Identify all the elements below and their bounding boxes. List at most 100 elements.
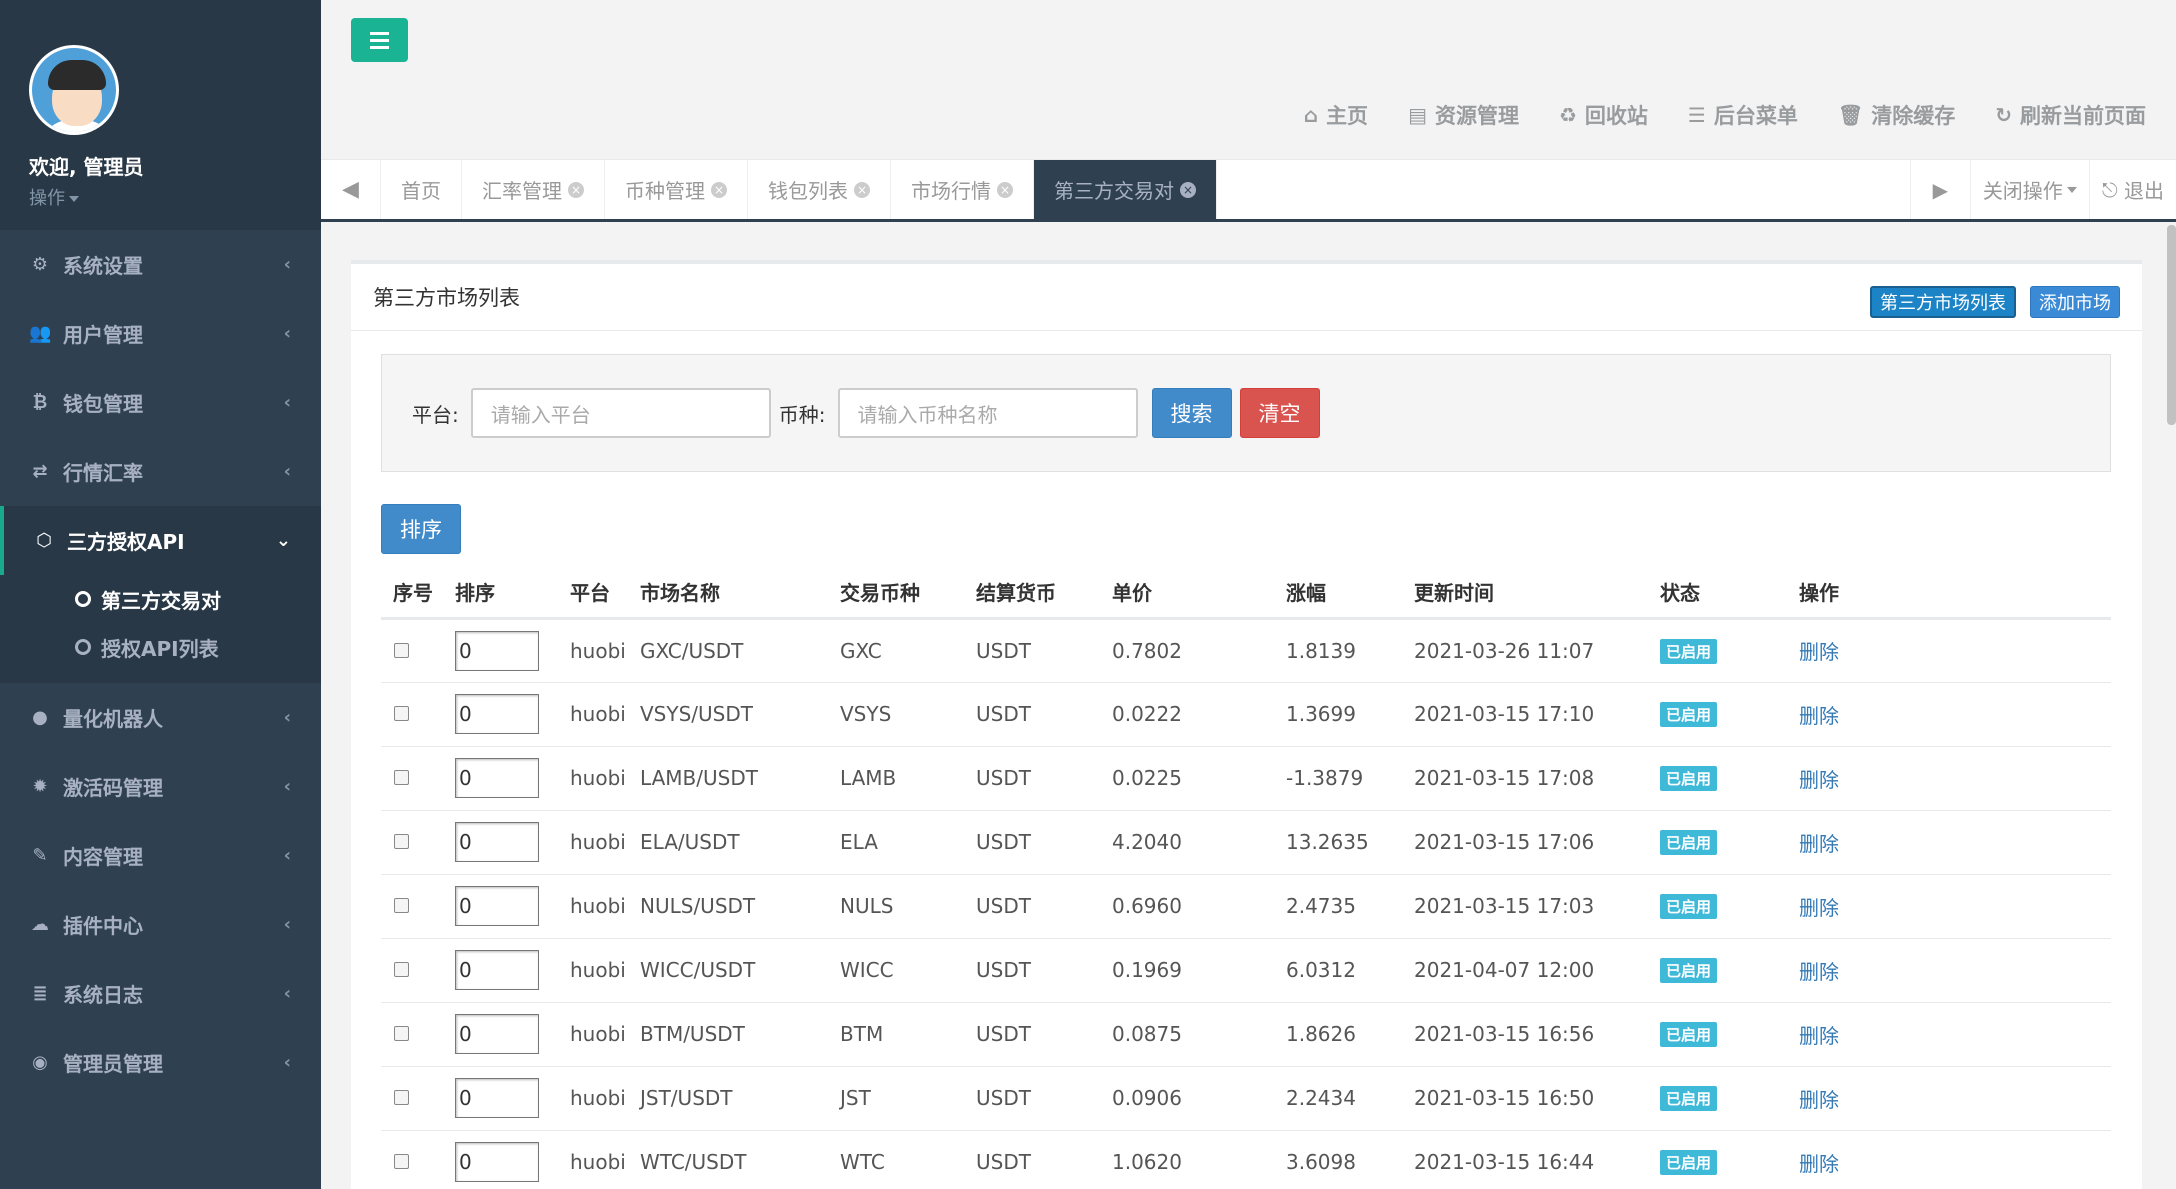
sidebar-item-admin-management[interactable]: ◉ 管理员管理 ‹ [0,1028,321,1097]
cell-checkbox [381,810,443,875]
cell-update-time: 2021-03-15 16:56 [1402,1002,1648,1067]
cube-icon: ⬡ [36,530,52,551]
topnav-recycle-bin[interactable]: ♻ 回收站 [1559,100,1648,130]
topnav-clear-cache[interactable]: 🗑 清除缓存 [1838,100,1955,130]
cell-settle-currency: USDT [964,1130,1100,1189]
sidebar-item-system-settings[interactable]: ⚙ 系统设置 ‹ [0,230,321,299]
row-checkbox[interactable] [394,834,409,849]
cell-sort: 0 [443,938,558,1003]
logout-button[interactable]: ⎋ 退出 [2088,160,2176,219]
row-checkbox[interactable] [394,962,409,977]
tab-wallet-list[interactable]: 钱包列表 × [748,160,891,219]
avatar[interactable] [29,45,119,135]
tabs-scroll-left-button[interactable]: ◀ [321,160,381,219]
close-icon[interactable]: × [711,181,727,198]
tab-third-party-pairs[interactable]: 第三方交易对 × [1034,160,1217,219]
sidebar-item-user-management[interactable]: 👥 用户管理 ‹ [0,299,321,368]
close-operations-label: 关闭操作 [1982,179,2063,203]
chevron-left-icon: ‹ [283,461,291,482]
sort-button[interactable]: 排序 [381,504,461,554]
sort-order-input[interactable]: 0 [455,886,539,926]
close-operations-dropdown[interactable]: 关闭操作 [1969,160,2089,219]
sort-order-input[interactable]: 0 [455,1078,539,1118]
platform-input[interactable]: 请输入平台 [470,388,771,438]
cell-trade-coin: WTC [828,1130,964,1189]
sidebar-item-label: 插件中心 [63,914,143,938]
sort-order-input[interactable]: 0 [455,630,539,671]
tab-market-quotes[interactable]: 市场行情 × [891,160,1034,219]
row-checkbox[interactable] [394,1090,409,1105]
cell-price: 0.0222 [1100,682,1274,747]
cell-actions: 删除 [1787,1002,2111,1067]
chevron-left-icon: ‹ [283,845,291,866]
row-checkbox[interactable] [394,1154,409,1169]
col-update-time: 更新时间 [1402,566,1648,620]
close-icon[interactable]: × [1180,181,1196,198]
gear-icon: ✹ [32,776,48,797]
cell-actions: 删除 [1787,746,2111,811]
row-checkbox[interactable] [394,1026,409,1041]
tab-label: 币种管理 [625,179,705,203]
col-trade-coin: 交易币种 [828,566,964,620]
sort-order-input[interactable]: 0 [455,1014,539,1054]
operation-dropdown[interactable]: 操作 [29,184,321,210]
top-nav: ⌂ 主页 ▤ 资源管理 ♻ 回收站 ☰ 后台菜单 🗑 清除缓存 ↻ 刷新当前页面 [1304,100,2146,130]
sidebar-item-market-rates[interactable]: ⇄ 行情汇率 ‹ [0,437,321,506]
row-checkbox[interactable] [394,770,409,785]
topnav-refresh[interactable]: ↻ 刷新当前页面 [1995,100,2146,130]
delete-link[interactable]: 删除 [1799,1088,1839,1112]
delete-link[interactable]: 删除 [1799,832,1839,856]
cell-change: -1.3879 [1274,746,1402,811]
cell-sort: 0 [443,746,558,811]
row-checkbox[interactable] [394,898,409,913]
add-market-button[interactable]: 添加市场 [2030,286,2120,318]
clear-button[interactable]: 清空 [1239,388,1320,438]
cell-update-time: 2021-03-26 11:07 [1402,618,1648,683]
cell-update-time: 2021-03-15 16:50 [1402,1066,1648,1131]
delete-link[interactable]: 删除 [1799,640,1839,664]
row-checkbox[interactable] [394,642,409,658]
topnav-home[interactable]: ⌂ 主页 [1304,100,1368,130]
delete-link[interactable]: 删除 [1799,1152,1839,1176]
tab-home[interactable]: 首页 [381,160,462,219]
topnav-resources[interactable]: ▤ 资源管理 [1408,100,1519,130]
status-badge: 已启用 [1660,766,1718,791]
delete-link[interactable]: 删除 [1799,704,1839,728]
chevron-left-icon: ‹ [283,983,291,1004]
sidebar-subitem-auth-api-list[interactable]: 授权API列表 [0,623,321,671]
topnav-backend-menu[interactable]: ☰ 后台菜单 [1688,100,1798,130]
market-list-button[interactable]: 第三方市场列表 [1870,286,2016,318]
tab-rate-management[interactable]: 汇率管理 × [462,160,605,219]
search-button[interactable]: 搜索 [1151,388,1232,438]
close-icon[interactable]: × [568,181,584,198]
row-checkbox[interactable] [394,706,409,721]
cell-price: 4.2040 [1100,810,1274,875]
delete-link[interactable]: 删除 [1799,768,1839,792]
sidebar-subitem-third-party-pairs[interactable]: 第三方交易对 [0,575,321,623]
sort-order-input[interactable]: 0 [455,694,539,734]
sort-order-input[interactable]: 0 [455,950,539,990]
sidebar-item-third-party-api[interactable]: ⬡ 三方授权API ⌄ [0,506,321,575]
sidebar-item-quant-robot[interactable]: ● 量化机器人 ‹ [0,683,321,752]
sort-order-input[interactable]: 0 [455,758,539,798]
coin-input[interactable]: 请输入币种名称 [837,388,1138,438]
close-icon[interactable]: × [997,181,1013,198]
tab-coin-management[interactable]: 币种管理 × [605,160,748,219]
sidebar-item-activation-codes[interactable]: ✹ 激活码管理 ‹ [0,752,321,821]
cell-price: 1.0620 [1100,1130,1274,1189]
sort-order-input[interactable]: 0 [455,822,539,862]
sidebar-item-plugin-center[interactable]: ☁ 插件中心 ‹ [0,890,321,959]
delete-link[interactable]: 删除 [1799,896,1839,920]
delete-link[interactable]: 删除 [1799,1024,1839,1048]
table-row: 0 huobi WTC/USDT WTC USDT 1.0620 3.6098 2021-03… [381,1130,2111,1189]
sidebar-item-system-log[interactable]: ≣ 系统日志 ‹ [0,959,321,1028]
sidebar-item-content-management[interactable]: ✎ 内容管理 ‹ [0,821,321,890]
cell-change: 2.4735 [1274,874,1402,939]
sort-order-input[interactable]: 0 [455,1142,539,1182]
close-icon[interactable]: × [854,181,870,198]
sidebar-item-wallet-management[interactable]: ₿ 钱包管理 ‹ [0,368,321,437]
page-scrollbar[interactable] [2167,225,2176,425]
delete-link[interactable]: 删除 [1799,960,1839,984]
tabs-scroll-right-button[interactable]: ▶ [1909,160,1970,219]
sidebar-toggle-button[interactable] [351,18,408,62]
